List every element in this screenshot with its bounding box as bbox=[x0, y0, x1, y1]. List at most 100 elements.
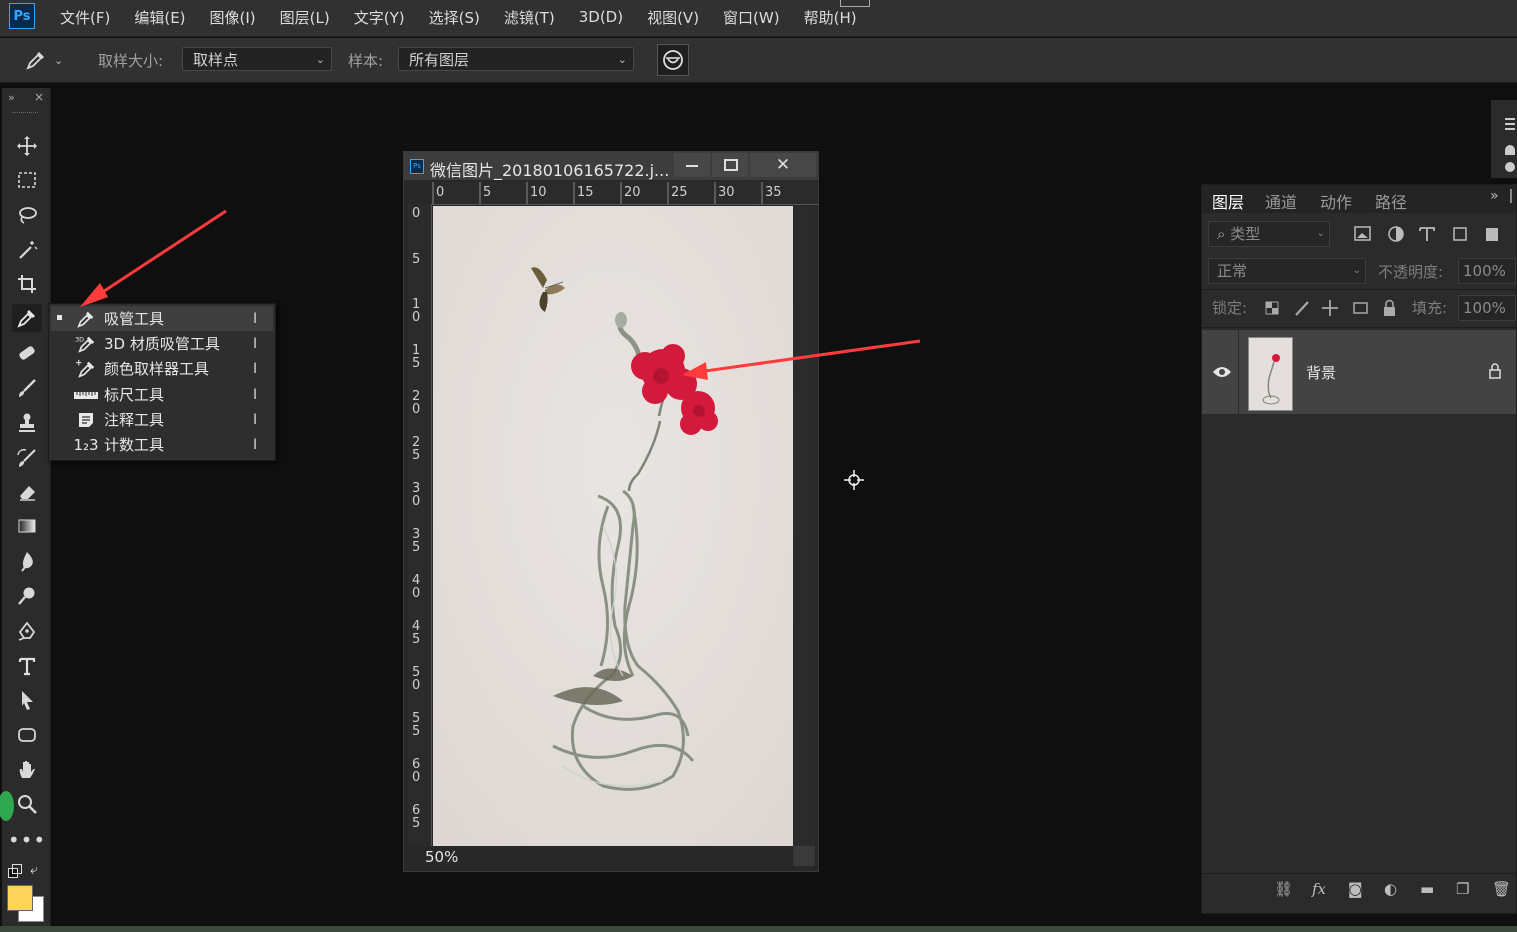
flyout-item-note[interactable]: 注释工具 I bbox=[51, 407, 273, 432]
new-layer-icon[interactable]: ❐ bbox=[1456, 880, 1469, 898]
menu-help[interactable]: 帮助(H) bbox=[792, 7, 869, 28]
eyedropper-tool[interactable] bbox=[12, 304, 42, 332]
opacity-input[interactable]: 100% bbox=[1458, 258, 1516, 284]
menu-edit[interactable]: 编辑(E) bbox=[122, 7, 197, 28]
shape-tool[interactable] bbox=[12, 721, 42, 749]
menu-filter[interactable]: 滤镜(T) bbox=[492, 7, 567, 28]
clone-stamp-tool[interactable] bbox=[12, 408, 42, 436]
properties-icon[interactable] bbox=[1505, 118, 1515, 130]
pen-tool[interactable] bbox=[12, 617, 42, 645]
close-button[interactable]: ✕ bbox=[750, 153, 816, 177]
lock-icons[interactable] bbox=[1264, 299, 1404, 317]
sampling-ring-toggle[interactable] bbox=[657, 44, 689, 76]
menu-image[interactable]: 图像(I) bbox=[198, 7, 268, 28]
close-icon[interactable]: × bbox=[34, 90, 44, 104]
adjustment-layer-icon[interactable]: ◐ bbox=[1384, 880, 1397, 898]
crop-tool[interactable] bbox=[12, 270, 42, 298]
eraser-tool[interactable] bbox=[12, 478, 42, 506]
panel-menu-icon[interactable] bbox=[1510, 189, 1512, 203]
layer-name[interactable]: 背景 bbox=[1306, 362, 1336, 383]
eye-icon[interactable] bbox=[1212, 365, 1232, 379]
ruler-label: 35 bbox=[765, 185, 782, 200]
tools-panel: » × ••• ⤶ bbox=[0, 88, 51, 926]
swap-colors-icon[interactable]: ⤶ bbox=[30, 862, 38, 878]
document-title-bar[interactable]: Ps 微信图片_20180106165722.j... ✕ bbox=[404, 152, 818, 180]
tab-channels[interactable]: 通道 bbox=[1265, 189, 1297, 213]
layer-row[interactable]: 背景 bbox=[1202, 330, 1516, 414]
lasso-tool[interactable] bbox=[12, 201, 42, 229]
minimize-button[interactable] bbox=[674, 153, 710, 177]
tab-paths[interactable]: 路径 bbox=[1375, 189, 1407, 213]
gradient-tool[interactable] bbox=[12, 512, 42, 540]
lock-icon bbox=[1489, 363, 1501, 379]
ellipsis-icon: ••• bbox=[7, 828, 47, 852]
maximize-button[interactable] bbox=[712, 153, 748, 177]
image-canvas[interactable] bbox=[433, 206, 793, 846]
flyout-item-eyedropper[interactable]: 吸管工具 I bbox=[51, 306, 273, 331]
styles-icon[interactable] bbox=[1505, 162, 1515, 172]
history-brush-tool[interactable] bbox=[12, 444, 42, 472]
svg-text:3D: 3D bbox=[75, 336, 84, 343]
fx-icon[interactable]: fx bbox=[1312, 880, 1326, 898]
healing-brush-tool[interactable] bbox=[12, 339, 42, 367]
vertical-scrollbar[interactable] bbox=[793, 206, 815, 846]
droplet-icon bbox=[21, 552, 33, 572]
tab-layers[interactable]: 图层 bbox=[1212, 189, 1244, 213]
menu-select[interactable]: 选择(S) bbox=[417, 7, 492, 28]
sample-select[interactable]: 所有图层 ⌄ bbox=[398, 47, 634, 71]
crosshair-cursor-icon bbox=[844, 470, 864, 490]
sample-label: 样本: bbox=[348, 52, 384, 70]
layer-filter-select[interactable]: ⌕ 类型 ⌄ bbox=[1208, 221, 1330, 247]
path-selection-tool[interactable] bbox=[12, 686, 42, 714]
hand-tool[interactable] bbox=[12, 755, 42, 783]
panel-grip[interactable] bbox=[12, 112, 38, 115]
sample-value: 所有图层 bbox=[409, 51, 470, 69]
menu-layer[interactable]: 图层(L) bbox=[268, 7, 342, 28]
ruler-label: 65 bbox=[412, 803, 421, 831]
link-icon[interactable]: ⛓ bbox=[1274, 880, 1293, 898]
menu-view[interactable]: 视图(V) bbox=[635, 7, 711, 28]
window-control-stub bbox=[840, 0, 870, 7]
move-tool[interactable] bbox=[12, 132, 42, 160]
eyedropper-icon bbox=[73, 309, 99, 329]
trash-icon[interactable]: 🗑 bbox=[1492, 880, 1511, 898]
opacity-value: 100% bbox=[1463, 262, 1506, 280]
menu-file[interactable]: 文件(F) bbox=[48, 7, 122, 28]
blend-mode-select[interactable]: 正常 ⌄ bbox=[1208, 258, 1366, 284]
selected-indicator bbox=[57, 315, 62, 320]
fill-input[interactable]: 100% bbox=[1458, 295, 1516, 321]
foreground-color-swatch[interactable] bbox=[7, 885, 33, 911]
brush-tool[interactable] bbox=[12, 374, 42, 402]
type-tool[interactable] bbox=[12, 652, 42, 680]
magic-wand-tool[interactable] bbox=[12, 236, 42, 264]
default-colors-icon[interactable] bbox=[8, 864, 22, 878]
search-icon: ⌕ bbox=[1217, 225, 1226, 243]
photoshop-logo: Ps bbox=[9, 3, 35, 29]
adjustments-icon[interactable] bbox=[1505, 145, 1515, 155]
sample-size-select[interactable]: 取样点 ⌄ bbox=[182, 47, 332, 71]
scroll-corner bbox=[793, 846, 815, 866]
menu-type[interactable]: 文字(Y) bbox=[342, 7, 417, 28]
brush-icon bbox=[19, 379, 36, 397]
flyout-item-ruler[interactable]: 标尺工具 I bbox=[51, 382, 273, 407]
marquee-tool[interactable] bbox=[12, 166, 42, 194]
flyout-item-color-sampler[interactable]: 颜色取样器工具 I bbox=[51, 356, 273, 381]
flyout-item-3d-material-eyedropper[interactable]: 3D 3D 材质吸管工具 I bbox=[51, 331, 273, 356]
flyout-item-count[interactable]: 1₂3 计数工具 I bbox=[51, 432, 273, 457]
dodge-tool[interactable] bbox=[12, 582, 42, 610]
maximize-icon bbox=[724, 159, 738, 171]
zoom-level[interactable]: 50% bbox=[425, 848, 458, 866]
collapse-icon[interactable]: » bbox=[8, 91, 15, 104]
ruler-label: 25 bbox=[412, 435, 421, 463]
tab-actions[interactable]: 动作 bbox=[1320, 189, 1352, 213]
menu-window[interactable]: 窗口(W) bbox=[711, 7, 792, 28]
collapse-icon[interactable]: » bbox=[1490, 188, 1499, 204]
bandage-icon bbox=[19, 346, 35, 360]
more-tools[interactable]: ••• bbox=[8, 826, 45, 854]
menu-3d[interactable]: 3D(D) bbox=[567, 8, 635, 26]
tool-preset-picker[interactable]: ⌄ bbox=[24, 48, 74, 72]
mask-icon[interactable]: ◙ bbox=[1348, 880, 1363, 898]
zoom-tool[interactable] bbox=[12, 790, 42, 818]
folder-icon[interactable]: ▬ bbox=[1420, 880, 1434, 898]
blur-tool[interactable] bbox=[12, 547, 42, 575]
